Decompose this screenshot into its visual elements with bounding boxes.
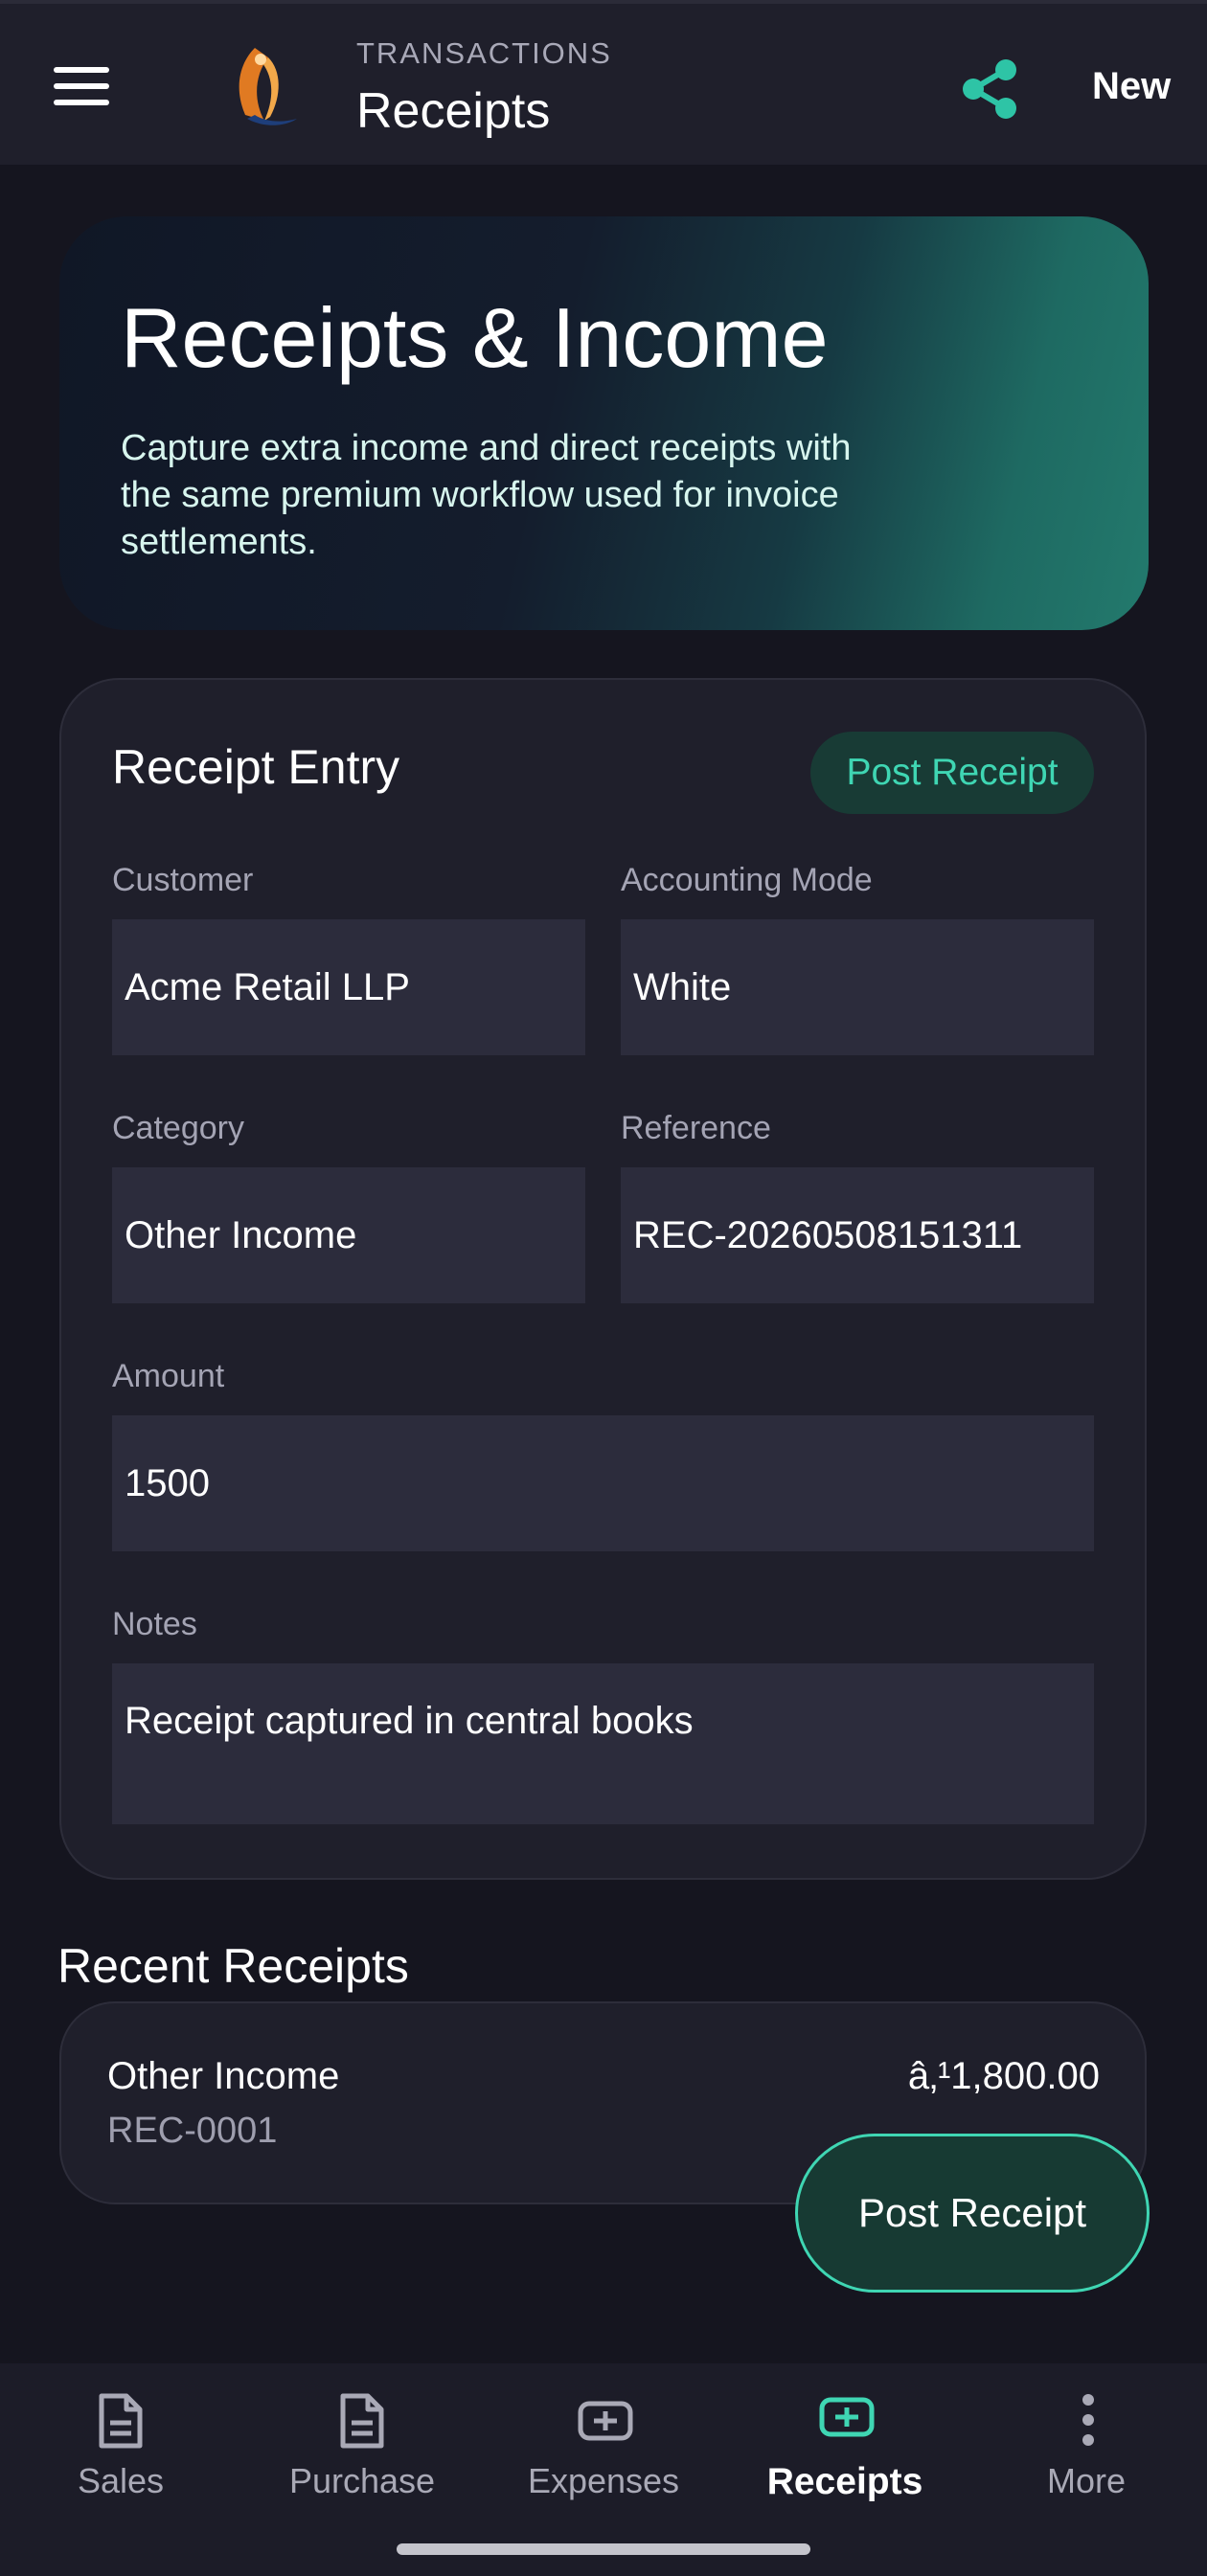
recent-receipts-heading: Recent Receipts (57, 1939, 409, 1993)
nav-label: Purchase (288, 2461, 436, 2500)
customer-label: Customer (112, 862, 254, 898)
hero-banner (59, 216, 1149, 630)
section-label: TRANSACTIONS (356, 36, 612, 70)
menu-icon[interactable] (54, 67, 109, 105)
new-button[interactable]: New (1092, 65, 1171, 108)
nav-label: Receipts (766, 2461, 923, 2502)
hero-subtitle-line: settlements. (121, 522, 317, 562)
amount-field[interactable]: 1500 (112, 1415, 1094, 1551)
app-logo (226, 42, 303, 130)
customer-field[interactable]: Acme Retail LLP (112, 919, 585, 1055)
accounting-mode-select[interactable]: White (621, 919, 1094, 1055)
nav-item-more[interactable]: More (966, 2363, 1207, 2576)
page-title: Receipts (356, 83, 551, 139)
receipt-category: Other Income (107, 2055, 340, 2097)
accounting-mode-label: Accounting Mode (621, 862, 873, 898)
receipt-amount: â‚¹1,800.00 (907, 2055, 1100, 2097)
nav-item-sales[interactable]: Sales (0, 2363, 241, 2576)
nav-label: Expenses (527, 2461, 680, 2500)
share-icon[interactable] (958, 57, 1021, 121)
notes-label: Notes (112, 1606, 197, 1642)
reference-field[interactable]: REC-20260508151311 (621, 1167, 1094, 1303)
nav-label: Sales (77, 2461, 165, 2500)
top-app-bar: TRANSACTIONS Receipts New (0, 0, 1207, 165)
hero-subtitle-line: the same premium workflow used for invoi… (121, 475, 839, 515)
hero-subtitle: Capture extra income and direct receipts… (121, 425, 983, 566)
hero-title: Receipts & Income (121, 290, 829, 385)
category-label: Category (112, 1110, 244, 1146)
home-indicator[interactable] (397, 2543, 810, 2555)
nav-label: More (1046, 2461, 1127, 2500)
reference-label: Reference (621, 1110, 771, 1146)
card-title: Receipt Entry (112, 740, 400, 794)
amount-label: Amount (112, 1358, 225, 1394)
post-receipt-fab[interactable]: Post Receipt (795, 2134, 1150, 2293)
notes-textarea[interactable]: Receipt captured in central books (112, 1663, 1094, 1824)
post-receipt-pill[interactable]: Post Receipt (810, 732, 1094, 814)
category-select[interactable]: Other Income (112, 1167, 585, 1303)
hero-subtitle-line: Capture extra income and direct receipts… (121, 428, 852, 468)
receipt-reference: REC-0001 (107, 2111, 278, 2151)
